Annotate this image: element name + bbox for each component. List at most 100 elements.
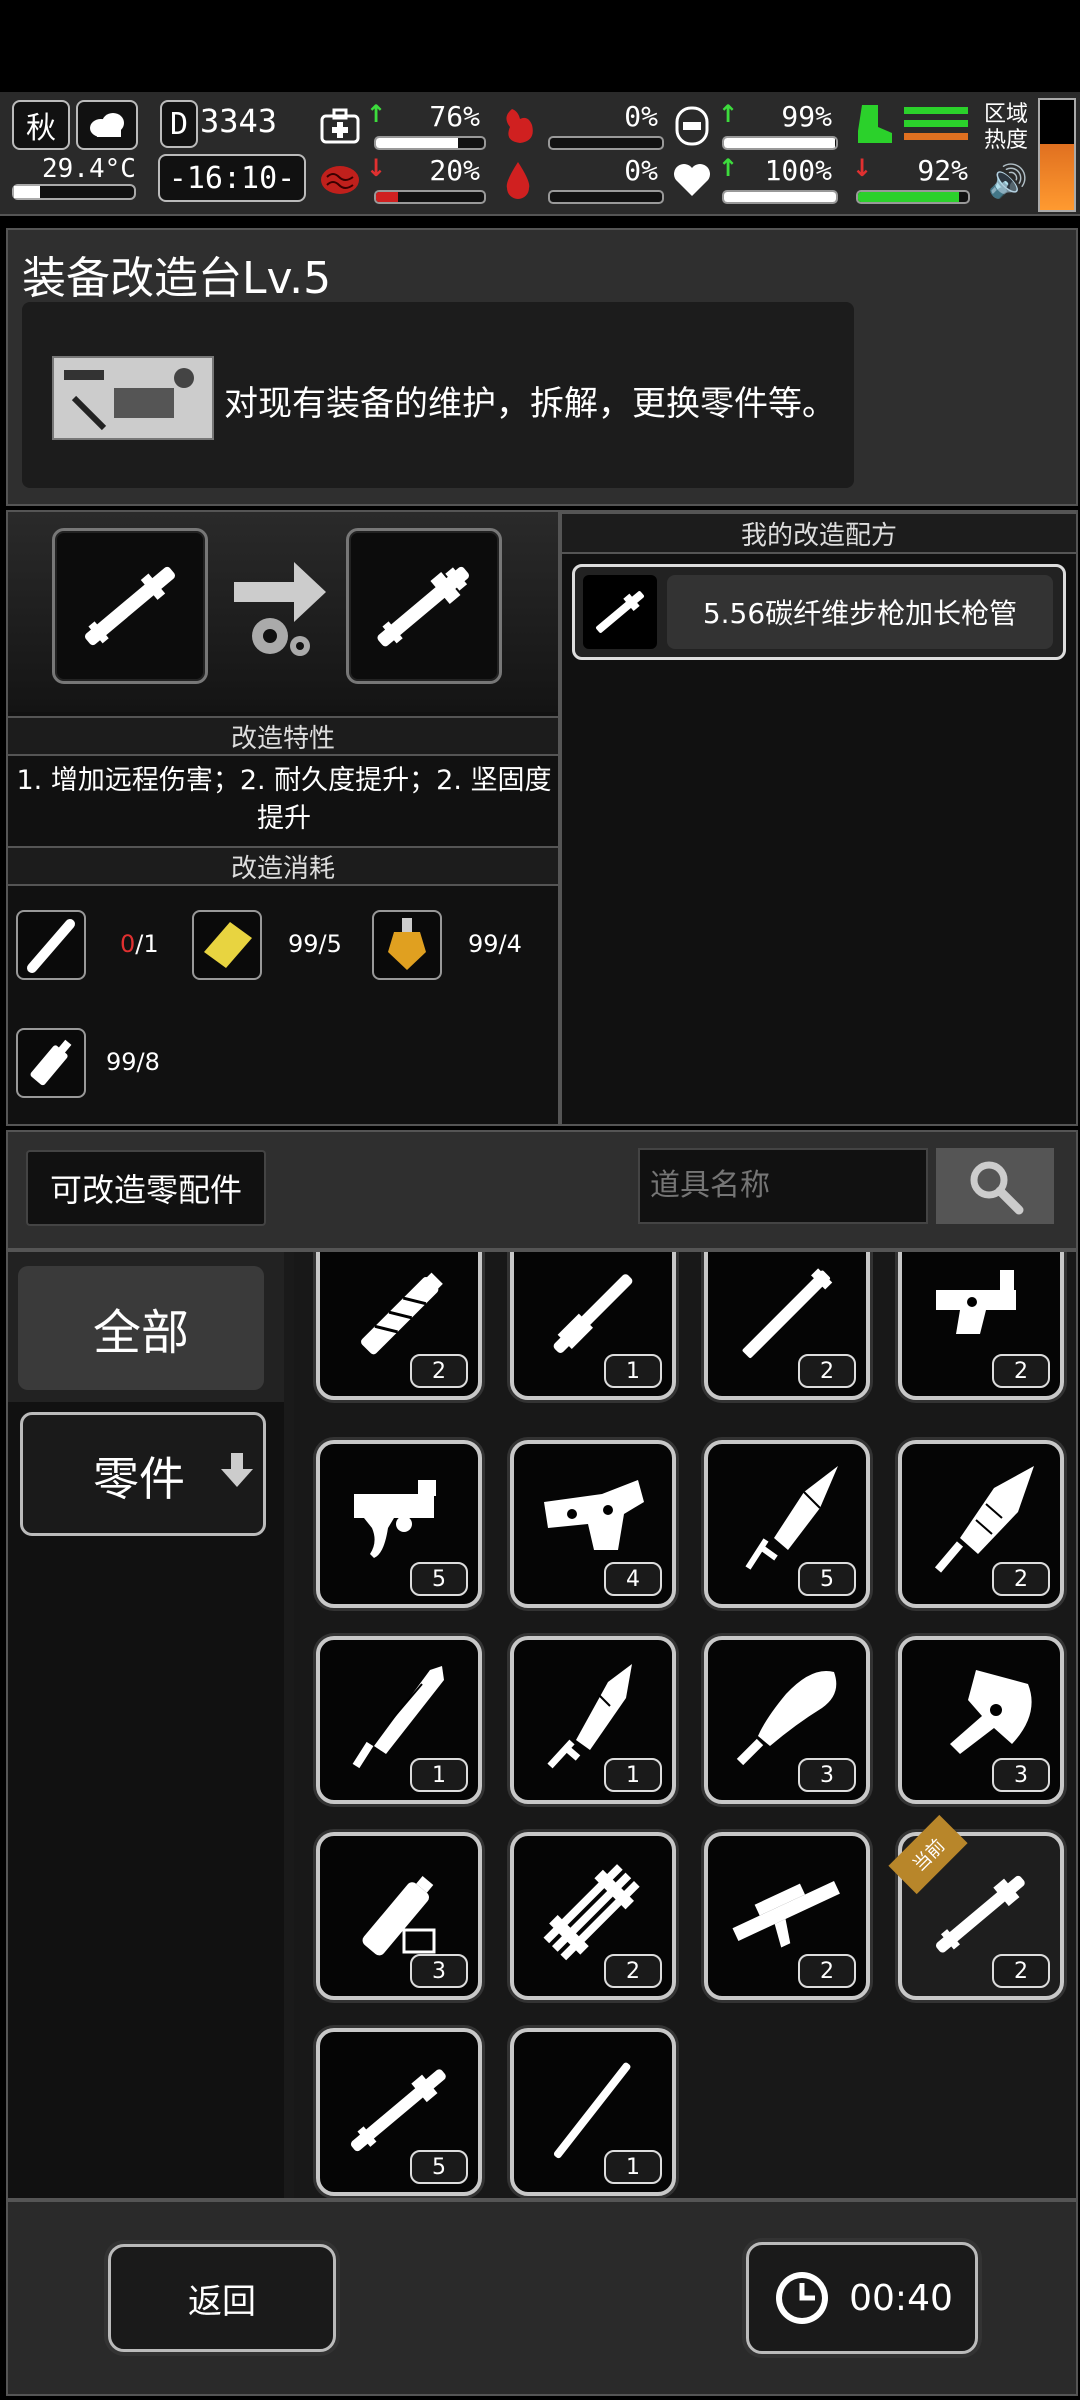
part-item[interactable]: 1 (316, 1636, 482, 1804)
barrel-extension-icon (377, 566, 469, 647)
timer-button[interactable]: 00:40 (746, 2242, 978, 2354)
health-percent: 76% (429, 100, 480, 133)
filter-parts-button[interactable]: 零件 (20, 1412, 266, 1536)
armor-meter (722, 136, 838, 150)
recipe-item[interactable]: 5.56碳纤维步枪加长枪管 (572, 564, 1066, 660)
part-item[interactable]: 2 (704, 1252, 870, 1400)
filter-parts-label: 零件 (93, 1452, 185, 1506)
heart-percent: 100% (764, 154, 832, 187)
search-input[interactable] (638, 1148, 928, 1224)
description-box: 对现有装备的维护，拆解，更换零件等。 (22, 302, 854, 488)
health-meter (374, 136, 486, 150)
part-count: 2 (992, 1562, 1050, 1596)
part-count: 2 (798, 1954, 856, 1988)
day-counter: 3343 (200, 102, 278, 140)
part-item[interactable]: 5 (316, 2028, 482, 2196)
stamina-percent: 92% (917, 154, 968, 187)
clock-icon (776, 2272, 829, 2324)
arrow-down-icon (219, 1451, 255, 1495)
cost-glue-tube-icon (16, 1028, 86, 1098)
page-description: 对现有装备的维护，拆解，更换零件等。 (224, 384, 836, 424)
cost-barrel-icon (16, 910, 86, 980)
thermometer: 29.4°C (12, 154, 136, 200)
recipes-panel: 我的改造配方 5.56碳纤维步枪加长枪管 (560, 510, 1078, 1126)
part-count: 3 (798, 1758, 856, 1792)
cloud-icon (76, 100, 138, 150)
part-count: 2 (992, 1354, 1050, 1388)
recipe-label: 5.56碳纤维步枪加长枪管 (667, 575, 1053, 649)
part-count: 3 (410, 1954, 468, 1988)
tools-image-icon (52, 356, 214, 440)
day-icon: D (160, 100, 198, 148)
mind-percent: 20% (429, 154, 480, 187)
part-item[interactable]: 3 (704, 1636, 870, 1804)
clock-display: -16:10- (158, 154, 306, 202)
tab-modifiable-parts[interactable]: 可改造零配件 (26, 1150, 266, 1226)
part-item[interactable]: 5 (316, 1440, 482, 1608)
part-count: 2 (410, 1354, 468, 1388)
barrel-icon (85, 566, 175, 646)
part-item[interactable]: 2 当前 (888, 1814, 1064, 2000)
helmet-icon (670, 104, 714, 148)
mind-meter (374, 190, 486, 204)
cost-gold-plate-icon (192, 910, 262, 980)
cost-glue-tube-amount: 99/8 (106, 1048, 160, 1076)
temperature-readout: 29.4°C (42, 154, 136, 184)
timer-text: 00:40 (849, 2277, 953, 2319)
source-part-slot[interactable] (52, 528, 208, 684)
traits-text: 1. 增加远程伤害；2. 耐久度提升；2. 坚固度提升 (16, 765, 552, 834)
parts-grid: 2 1 2 2 5 4 5 2 1 1 3 3 3 2 2 2 当前 5 1 (294, 1252, 1076, 2198)
workbench-panel: 装备改造台Lv.5 对现有装备的维护，拆解，更换零件等。 (6, 228, 1078, 506)
part-count: 1 (604, 2150, 662, 2184)
part-item[interactable]: 2 (898, 1252, 1064, 1400)
result-part-slot[interactable] (346, 528, 502, 684)
page-title: 装备改造台Lv.5 (22, 253, 332, 304)
part-item[interactable]: 5 (704, 1440, 870, 1608)
part-count: 3 (992, 1758, 1050, 1792)
part-count: 4 (604, 1562, 662, 1596)
recipes-header: 我的改造配方 (562, 512, 1076, 554)
medkit-icon (318, 104, 362, 148)
search-button[interactable] (936, 1148, 1054, 1224)
brain-icon (318, 158, 362, 202)
stomach-meter (548, 136, 664, 150)
armor-percent: 99% (781, 100, 832, 133)
heart-icon (670, 158, 714, 202)
part-item[interactable]: 1 (510, 1636, 676, 1804)
parts-area: 全部 零件 2 1 2 2 5 4 5 2 1 1 3 3 3 2 2 2 当前 5 1 (6, 1250, 1078, 2200)
parts-toolbar: 可改造零配件 (6, 1130, 1078, 1250)
cost-gold-plate-amount: 99/5 (288, 930, 342, 958)
part-item[interactable]: 3 (316, 1832, 482, 2000)
stamina-bars (904, 104, 968, 152)
blood-drop-icon (496, 158, 540, 202)
blood-percent: 0% (624, 154, 658, 187)
season-badge: 秋 (12, 100, 70, 150)
cost-header: 改造消耗 (8, 846, 558, 886)
part-item[interactable]: 2 (898, 1440, 1064, 1608)
part-item[interactable]: 1 (510, 2028, 676, 2196)
part-count: 5 (410, 2150, 468, 2184)
zone-heat-label: 区域 热度 (984, 102, 1029, 153)
status-bar: 秋 29.4°C D 3343 -16:10- ↑ 76% ↓ 20% 0% 0… (0, 92, 1080, 216)
part-item[interactable]: 2 (316, 1252, 482, 1400)
part-item[interactable]: 3 (898, 1636, 1064, 1804)
traits-header: 改造特性 (8, 716, 558, 756)
heart-meter (722, 190, 838, 204)
stamina-meter (856, 190, 970, 204)
filter-all-button[interactable]: 全部 (18, 1266, 264, 1390)
part-count: 2 (798, 1354, 856, 1388)
search-icon (970, 1161, 1024, 1215)
part-count: 2 (604, 1954, 662, 1988)
filter-sidebar: 全部 零件 (8, 1252, 284, 2198)
mod-preview-panel: 改造特性 1. 增加远程伤害；2. 耐久度提升；2. 坚固度提升 改造消耗 0/… (6, 510, 560, 1126)
part-item[interactable]: 4 (510, 1440, 676, 1608)
cost-potion-amount: 99/4 (468, 930, 522, 958)
part-item[interactable]: 2 (510, 1832, 676, 2000)
part-item[interactable]: 2 (704, 1832, 870, 2000)
part-count: 5 (798, 1562, 856, 1596)
speaker-icon[interactable]: 🔊 (988, 162, 1028, 200)
part-item[interactable]: 1 (510, 1252, 676, 1400)
boot-icon (852, 102, 896, 146)
back-button[interactable]: 返回 (108, 2244, 336, 2352)
part-count: 2 (992, 1954, 1050, 1988)
